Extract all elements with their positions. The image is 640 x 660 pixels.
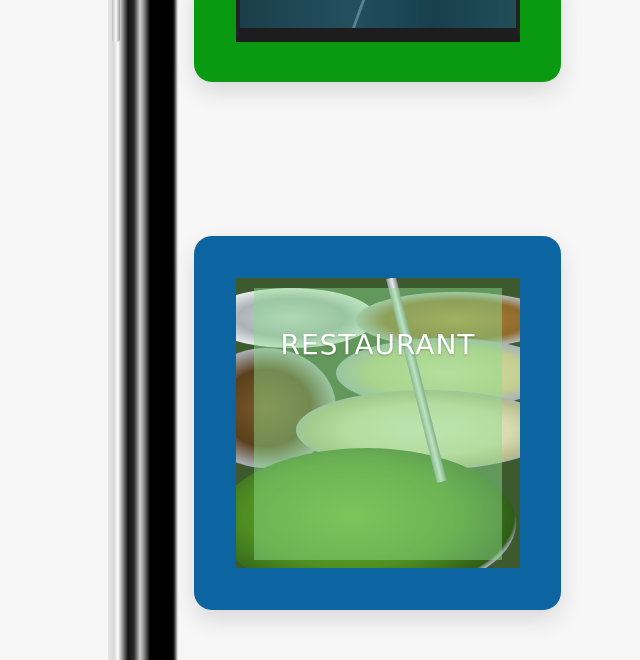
- phone-side-button: [112, 0, 120, 42]
- category-image-top: [236, 0, 520, 42]
- phone-frame: [108, 0, 180, 660]
- category-card-top[interactable]: [194, 0, 561, 82]
- card-title: RESTAURANT: [280, 328, 476, 361]
- app-screen: RESTAURANT: [180, 0, 640, 640]
- restaurant-photo: RESTAURANT: [236, 278, 520, 568]
- category-card-restaurant[interactable]: RESTAURANT: [194, 236, 561, 610]
